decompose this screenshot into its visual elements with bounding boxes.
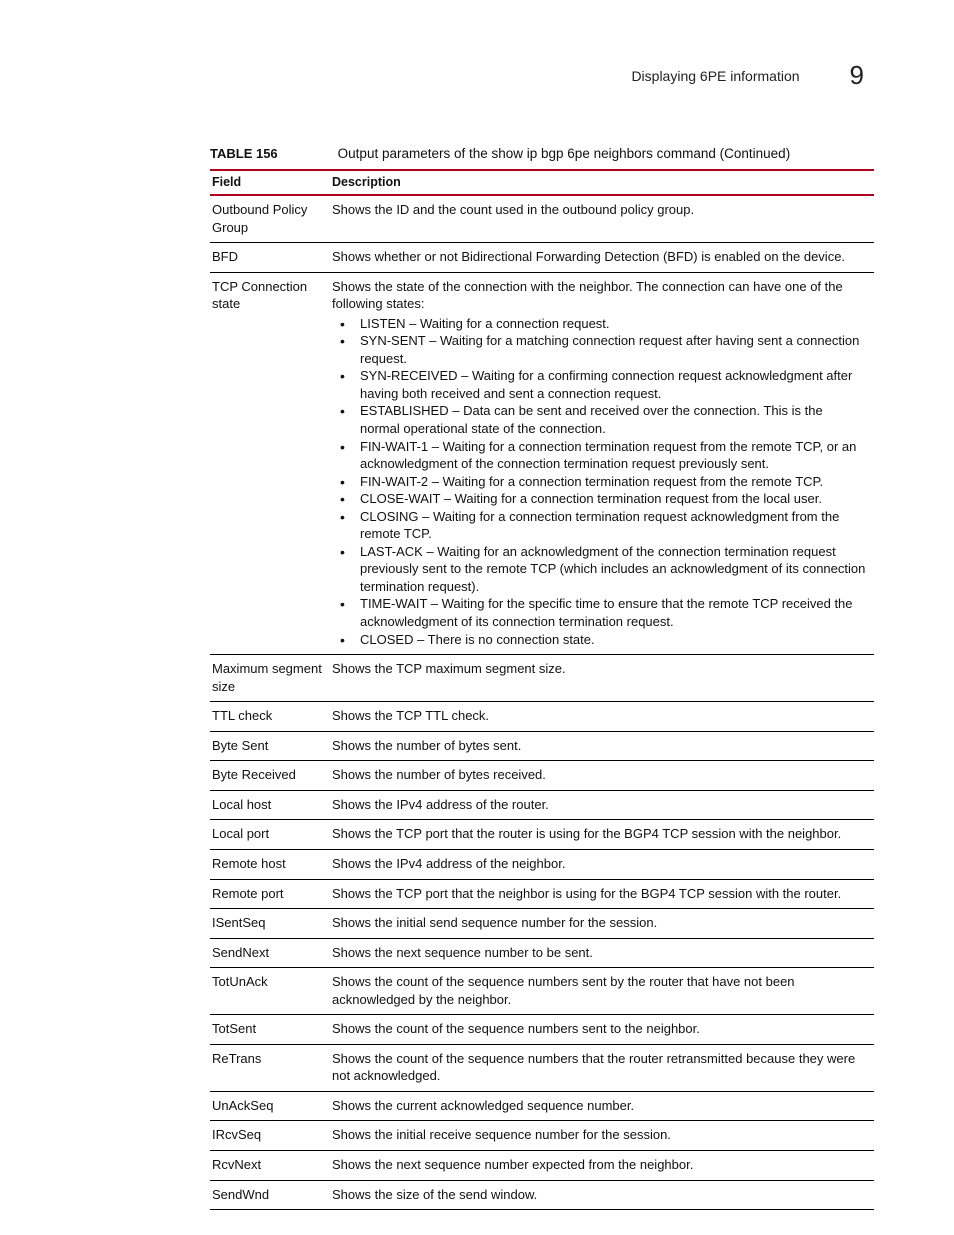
table-row: Outbound Policy GroupShows the ID and th… bbox=[210, 195, 874, 243]
field-cell: TotSent bbox=[210, 1015, 330, 1045]
page-content: TABLE 156 Output parameters of the show … bbox=[210, 146, 874, 1210]
description-cell: Shows the count of the sequence numbers … bbox=[330, 1044, 874, 1091]
table-row: IRcvSeqShows the initial receive sequenc… bbox=[210, 1121, 874, 1151]
table-row: TTL checkShows the TCP TTL check. bbox=[210, 702, 874, 732]
table-row: Remote portShows the TCP port that the n… bbox=[210, 879, 874, 909]
table-row: ISentSeqShows the initial send sequence … bbox=[210, 909, 874, 939]
table-row: Byte SentShows the number of bytes sent. bbox=[210, 731, 874, 761]
table-row: Remote hostShows the IPv4 address of the… bbox=[210, 849, 874, 879]
bullet-list: LISTEN – Waiting for a connection reques… bbox=[332, 315, 866, 648]
table-row: ReTransShows the count of the sequence n… bbox=[210, 1044, 874, 1091]
description-cell: Shows the ID and the count used in the o… bbox=[330, 195, 874, 243]
table-caption: TABLE 156 Output parameters of the show … bbox=[210, 146, 874, 161]
page-header: Displaying 6PE information 9 bbox=[80, 60, 874, 91]
field-cell: Outbound Policy Group bbox=[210, 195, 330, 243]
description-cell: Shows the count of the sequence numbers … bbox=[330, 1015, 874, 1045]
field-cell: Local host bbox=[210, 790, 330, 820]
description-cell: Shows the count of the sequence numbers … bbox=[330, 968, 874, 1015]
field-cell: RcvNext bbox=[210, 1150, 330, 1180]
field-cell: ReTrans bbox=[210, 1044, 330, 1091]
description-cell: Shows the TCP port that the router is us… bbox=[330, 820, 874, 850]
field-cell: BFD bbox=[210, 243, 330, 273]
list-item: FIN-WAIT-1 – Waiting for a connection te… bbox=[332, 438, 866, 473]
list-item: CLOSED – There is no connection state. bbox=[332, 631, 866, 649]
field-cell: IRcvSeq bbox=[210, 1121, 330, 1151]
field-cell: TotUnAck bbox=[210, 968, 330, 1015]
description-cell: Shows the initial send sequence number f… bbox=[330, 909, 874, 939]
description-cell: Shows the size of the send window. bbox=[330, 1180, 874, 1210]
description-cell: Shows the state of the connection with t… bbox=[330, 272, 874, 654]
description-cell: Shows the initial receive sequence numbe… bbox=[330, 1121, 874, 1151]
table-row: BFDShows whether or not Bidirectional Fo… bbox=[210, 243, 874, 273]
col-header-description: Description bbox=[330, 170, 874, 195]
description-cell: Shows the next sequence number to be sen… bbox=[330, 938, 874, 968]
description-cell: Shows the TCP maximum segment size. bbox=[330, 655, 874, 702]
description-cell: Shows the next sequence number expected … bbox=[330, 1150, 874, 1180]
list-item: ESTABLISHED – Data can be sent and recei… bbox=[332, 402, 866, 437]
field-cell: Byte Sent bbox=[210, 731, 330, 761]
section-title: Displaying 6PE information bbox=[631, 68, 799, 84]
field-cell: Remote port bbox=[210, 879, 330, 909]
list-item: SYN-RECEIVED – Waiting for a confirming … bbox=[332, 367, 866, 402]
table-row: SendWndShows the size of the send window… bbox=[210, 1180, 874, 1210]
table-title: Output parameters of the show ip bgp 6pe… bbox=[338, 146, 791, 161]
description-cell: Shows the IPv4 address of the router. bbox=[330, 790, 874, 820]
table-row: TotSentShows the count of the sequence n… bbox=[210, 1015, 874, 1045]
table-label: TABLE 156 bbox=[210, 146, 278, 161]
list-item: CLOSE-WAIT – Waiting for a connection te… bbox=[332, 490, 866, 508]
table-row: Local hostShows the IPv4 address of the … bbox=[210, 790, 874, 820]
field-cell: Byte Received bbox=[210, 761, 330, 791]
table-row: Byte ReceivedShows the number of bytes r… bbox=[210, 761, 874, 791]
list-item: FIN-WAIT-2 – Waiting for a connection te… bbox=[332, 473, 866, 491]
description-cell: Shows the TCP port that the neighbor is … bbox=[330, 879, 874, 909]
field-cell: Local port bbox=[210, 820, 330, 850]
description-cell: Shows the number of bytes received. bbox=[330, 761, 874, 791]
table-row: SendNextShows the next sequence number t… bbox=[210, 938, 874, 968]
list-item: LAST-ACK – Waiting for an acknowledgment… bbox=[332, 543, 866, 596]
table-row: UnAckSeqShows the current acknowledged s… bbox=[210, 1091, 874, 1121]
chapter-number: 9 bbox=[850, 60, 864, 91]
field-cell: SendNext bbox=[210, 938, 330, 968]
table-row: RcvNextShows the next sequence number ex… bbox=[210, 1150, 874, 1180]
description-intro: Shows the state of the connection with t… bbox=[332, 278, 866, 313]
field-cell: Remote host bbox=[210, 849, 330, 879]
field-cell: UnAckSeq bbox=[210, 1091, 330, 1121]
description-cell: Shows whether or not Bidirectional Forwa… bbox=[330, 243, 874, 273]
field-cell: TCP Connection state bbox=[210, 272, 330, 654]
description-cell: Shows the IPv4 address of the neighbor. bbox=[330, 849, 874, 879]
list-item: SYN-SENT – Waiting for a matching connec… bbox=[332, 332, 866, 367]
description-cell: Shows the number of bytes sent. bbox=[330, 731, 874, 761]
field-cell: Maximum segment size bbox=[210, 655, 330, 702]
parameters-table: Field Description Outbound Policy GroupS… bbox=[210, 169, 874, 1210]
field-cell: TTL check bbox=[210, 702, 330, 732]
table-row: Maximum segment sizeShows the TCP maximu… bbox=[210, 655, 874, 702]
description-cell: Shows the TCP TTL check. bbox=[330, 702, 874, 732]
list-item: CLOSING – Waiting for a connection termi… bbox=[332, 508, 866, 543]
list-item: LISTEN – Waiting for a connection reques… bbox=[332, 315, 866, 333]
table-row: TotUnAckShows the count of the sequence … bbox=[210, 968, 874, 1015]
description-cell: Shows the current acknowledged sequence … bbox=[330, 1091, 874, 1121]
table-row: TCP Connection stateShows the state of t… bbox=[210, 272, 874, 654]
field-cell: SendWnd bbox=[210, 1180, 330, 1210]
table-header-row: Field Description bbox=[210, 170, 874, 195]
field-cell: ISentSeq bbox=[210, 909, 330, 939]
table-row: Local portShows the TCP port that the ro… bbox=[210, 820, 874, 850]
col-header-field: Field bbox=[210, 170, 330, 195]
list-item: TIME-WAIT – Waiting for the specific tim… bbox=[332, 595, 866, 630]
